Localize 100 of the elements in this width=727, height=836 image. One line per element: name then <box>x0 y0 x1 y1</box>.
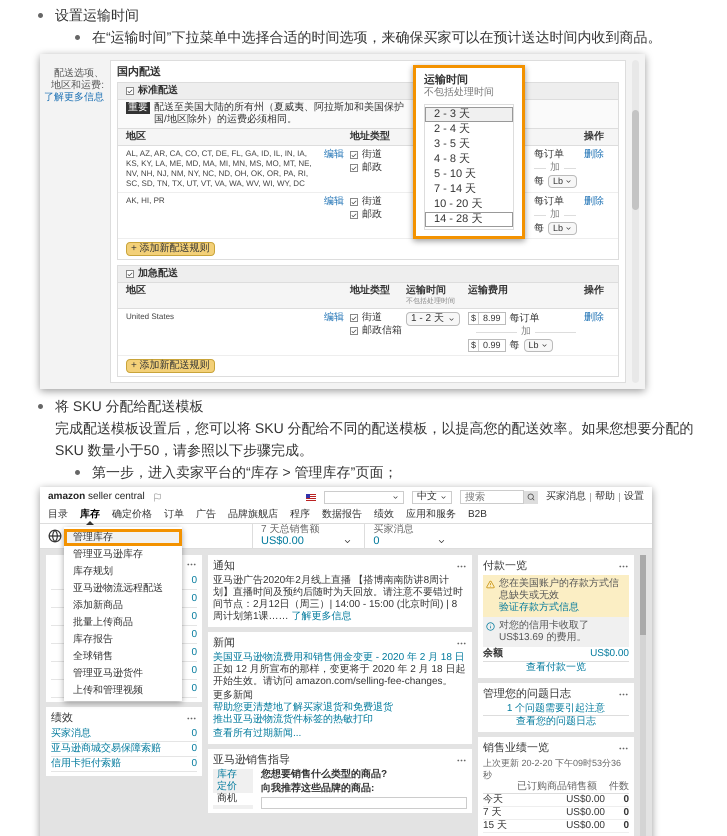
nav-tab[interactable]: 品牌旗舰店 <box>228 509 278 521</box>
nav-tab[interactable]: B2B <box>468 509 487 521</box>
count: 0 <box>191 758 197 770</box>
scrollbar[interactable] <box>640 555 646 836</box>
step-detail: 第一步，进入卖家平台的“库存 > 管理库存”页面； <box>92 463 398 482</box>
performance-link[interactable]: 信用卡拒付索赔 <box>51 758 121 770</box>
nav-tab[interactable]: 确定价格 <box>112 509 152 521</box>
checkbox[interactable] <box>350 198 358 206</box>
delete-link[interactable]: 删除 <box>584 149 604 160</box>
count: 0 <box>191 592 197 604</box>
count: 0 <box>191 574 197 586</box>
edit-link[interactable]: 编辑 <box>324 312 344 323</box>
performance-link[interactable]: 买家消息 <box>51 728 91 740</box>
unit-select[interactable]: Lb <box>548 175 578 188</box>
brand-field[interactable] <box>261 797 467 809</box>
menu-item[interactable]: 管理亚马逊库存 <box>64 546 182 563</box>
guide-tab[interactable]: 库存 <box>213 769 253 781</box>
note-text: 配送至美国大陆的所有州（夏威夷、阿拉斯加和美国保护国/地区除外）的运费必须相同。 <box>154 102 404 126</box>
per-order-label: 每订单 <box>534 196 564 208</box>
menu-item[interactable]: 亚马逊物流远程配送 <box>64 580 182 597</box>
nav-tab[interactable]: 目录 <box>48 509 68 521</box>
menu-item[interactable]: 添加新商品 <box>64 597 182 614</box>
issue-alert-link[interactable]: 1 个问题需要引起注意 <box>506 703 606 714</box>
language-select[interactable]: 中文 <box>412 490 452 504</box>
verify-link[interactable]: 验证存款方式信息 <box>499 602 579 613</box>
guide-question: 您想要销售什么类型的商品? <box>261 769 388 781</box>
step-detail: 在“运输时间”下拉菜单中选择合适的时间选项，来确保买家可以在预计送达时间内收到商品。 <box>92 28 662 47</box>
time-select[interactable]: 1 - 2 天 <box>406 312 460 326</box>
column-header: 地址类型 <box>350 131 391 143</box>
header-link[interactable]: 帮助 <box>595 491 615 503</box>
menu-item[interactable]: 管理亚马逊货件 <box>64 665 182 682</box>
checkbox[interactable] <box>126 270 134 278</box>
time-option[interactable]: 2 - 3 天 <box>425 107 513 122</box>
nav-tab[interactable]: 应用和服务 <box>406 509 456 521</box>
menu-item[interactable]: 批量上传商品 <box>64 614 182 631</box>
news-link[interactable]: 帮助您更清楚地了解买家退货和免费退货 <box>213 702 467 714</box>
edit-link[interactable]: 编辑 <box>324 149 344 160</box>
nav-tab[interactable]: 订单 <box>164 509 184 521</box>
logo[interactable]: amazon seller central <box>48 491 145 503</box>
menu-item[interactable]: 库存报告 <box>64 631 182 648</box>
amount-field[interactable]: $ 0.99 <box>468 339 506 352</box>
learn-more-link[interactable]: 了解更多信息 <box>291 611 352 622</box>
unit-select[interactable]: Lb <box>524 339 553 352</box>
news-link[interactable]: 推出亚马逊物流货件标签的热敏打印 <box>213 714 467 726</box>
checkbox[interactable] <box>126 87 134 95</box>
edit-link[interactable]: 编辑 <box>324 196 344 207</box>
column-header: 运输时间 <box>406 285 447 297</box>
checkbox[interactable] <box>350 314 358 322</box>
search-button[interactable] <box>524 490 538 504</box>
checkbox[interactable] <box>350 164 358 172</box>
metric-dropdown[interactable]: 买家消息 0 <box>364 524 458 548</box>
performance-link[interactable]: 亚马逊商城交易保障索赔 <box>51 743 161 755</box>
plus-label: 加 <box>550 209 560 221</box>
nav-tab[interactable]: 广告 <box>196 509 216 521</box>
info-text: 对您的信用卡收取了 US$13.69 的费用。 <box>499 620 590 644</box>
all-news-link[interactable]: 查看所有过期新闻... <box>213 728 467 740</box>
checkbox[interactable] <box>350 151 358 159</box>
caret-icon <box>437 537 446 546</box>
card-title: 管理您的问题日志 <box>483 687 571 701</box>
checkbox[interactable] <box>350 211 358 219</box>
nav-tab[interactable]: 绩效 <box>374 509 394 521</box>
amount-field[interactable]: $ 8.99 <box>468 312 506 325</box>
news-link[interactable]: 美国亚马逊物流费用和销售佣金变更 - 2020 年 2 月 18 日 <box>213 652 467 664</box>
guide-tab[interactable]: 定价 <box>213 781 253 793</box>
count: 0 <box>191 610 197 622</box>
nav-tab[interactable]: 程序 <box>290 509 310 521</box>
menu-item[interactable]: 库存规划 <box>64 563 182 580</box>
caret-icon <box>540 342 548 349</box>
period-cell-text: 15 天 <box>483 820 508 832</box>
header-link[interactable]: 买家消息 <box>546 491 586 503</box>
menu-item[interactable]: 管理库存 <box>64 529 182 546</box>
globe-icon[interactable] <box>48 529 62 543</box>
section-label: 配送选项、地区和运费: <box>50 68 104 92</box>
delete-link[interactable]: 删除 <box>584 196 604 207</box>
unit-select[interactable]: Lb <box>548 222 578 235</box>
per-label: 每 <box>534 222 544 234</box>
column-header: 地区 <box>126 285 147 297</box>
scrollbar[interactable] <box>632 60 639 383</box>
column-header: 运输费用 <box>468 285 509 297</box>
metric-dropdown[interactable]: 7 天总销售额 US$0.00 <box>252 524 364 548</box>
add-rule-button[interactable]: + 添加新配送规则 <box>126 242 215 256</box>
brand-label: 向我推荐这些品牌的商品: <box>261 783 376 795</box>
menu-item[interactable]: 上传和管理视频 <box>64 682 182 699</box>
payments-link[interactable]: 查看付款一览 <box>526 662 586 673</box>
checkbox[interactable] <box>350 327 358 335</box>
delete-link[interactable]: 删除 <box>584 312 604 323</box>
header-link[interactable]: 设置 <box>624 491 644 503</box>
guide-tab[interactable]: 商机 <box>213 793 253 805</box>
search-field[interactable]: 搜索 <box>460 490 524 504</box>
issue-log-link[interactable]: 查看您的问题日志 <box>516 716 596 727</box>
menu-item[interactable]: 全球销售 <box>64 648 182 665</box>
balance-value: US$0.00 <box>590 648 629 660</box>
add-rule-button[interactable]: + 添加新配送规则 <box>126 359 215 373</box>
time-option[interactable]: 14 - 28 天 <box>425 212 513 227</box>
warning-icon <box>486 580 495 589</box>
learn-more-link[interactable]: 了解更多信息 <box>44 92 104 104</box>
bullet-icon <box>75 470 80 475</box>
nav-tab[interactable]: 数据报告 <box>322 509 362 521</box>
us-flag-icon[interactable] <box>306 494 316 500</box>
bullet-icon <box>38 404 43 409</box>
